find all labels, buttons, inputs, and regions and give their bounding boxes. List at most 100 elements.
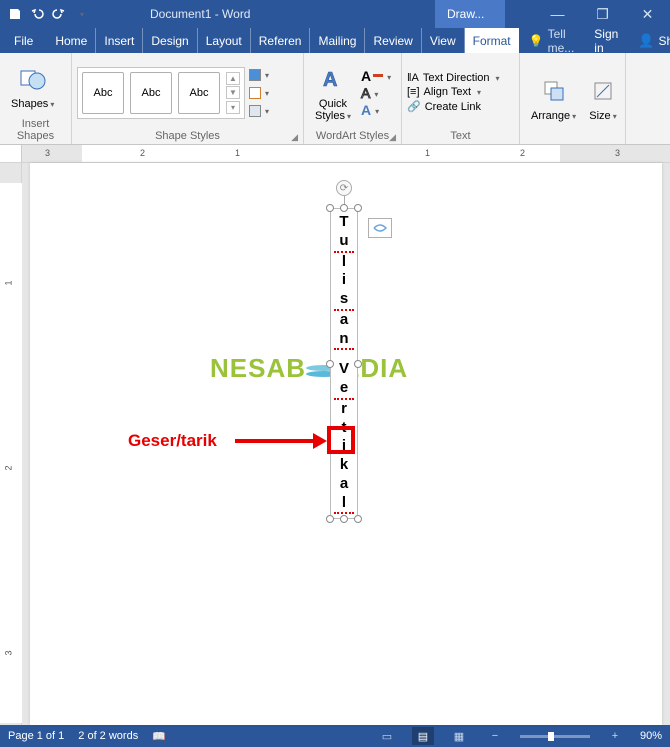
qat-customize-icon[interactable] [72, 5, 90, 23]
outline-swatch-icon [249, 87, 261, 99]
zoom-in-button[interactable]: + [604, 727, 626, 745]
vertical-ruler[interactable]: 1 2 3 [0, 163, 22, 725]
lightbulb-icon: 💡 [529, 34, 544, 48]
dialog-launcher-icon[interactable]: ◢ [389, 132, 396, 143]
textbox-char: V [334, 360, 354, 379]
text-effects-button[interactable]: A [361, 102, 391, 118]
page-indicator[interactable]: Page 1 of 1 [8, 730, 64, 742]
tab-file[interactable]: File [0, 28, 47, 53]
textbox-char: a [334, 475, 354, 494]
style-preset-2[interactable]: Abc [130, 72, 172, 114]
gallery-up-icon[interactable]: ▲ [226, 72, 240, 85]
resize-handle[interactable] [326, 515, 334, 523]
text-outline-button[interactable]: A [361, 85, 391, 101]
undo-icon[interactable] [28, 5, 46, 23]
word-count[interactable]: 2 of 2 words [78, 730, 138, 742]
title-bar: Document1 - Word Draw... — ❐ ✕ [0, 0, 670, 28]
window-controls: — ❐ ✕ [535, 0, 670, 28]
tab-view[interactable]: View [422, 28, 465, 53]
web-layout-icon[interactable]: ▦ [448, 727, 470, 745]
style-preset-1[interactable]: Abc [82, 72, 124, 114]
minimize-button[interactable]: — [535, 0, 580, 28]
resize-handle[interactable] [340, 204, 348, 212]
text-direction-icon: ‖A [407, 72, 419, 84]
textbox-char: e [334, 379, 354, 400]
quick-styles-button[interactable]: A Quick Styles [309, 61, 357, 124]
annotation-arrow-icon [235, 439, 317, 443]
resize-handle[interactable] [354, 360, 362, 368]
restore-button[interactable]: ❐ [580, 0, 625, 28]
tell-me-label: Tell me... [548, 27, 575, 55]
group-label-text: Text [407, 129, 514, 144]
shape-style-buttons [249, 67, 269, 119]
sign-in-link[interactable]: Sign in [584, 28, 628, 53]
tab-review[interactable]: Review [365, 28, 421, 53]
resize-handle[interactable] [340, 515, 348, 523]
textbox-char: T [334, 213, 354, 232]
shape-style-gallery[interactable]: Abc Abc Abc ▲ ▼ ▾ [77, 67, 245, 119]
gallery-scroll: ▲ ▼ ▾ [226, 72, 240, 114]
tell-me[interactable]: 💡 Tell me... [519, 28, 585, 53]
textbox-char: n [334, 330, 354, 351]
horizontal-ruler[interactable]: 3 2 1 1 2 3 [0, 145, 670, 163]
resize-handle[interactable] [326, 360, 334, 368]
create-link-button[interactable]: 🔗Create Link [407, 99, 481, 114]
textbox-char: a [334, 311, 354, 330]
layout-options-icon[interactable] [368, 218, 392, 238]
resize-handle[interactable] [354, 515, 362, 523]
status-bar: Page 1 of 1 2 of 2 words 📖 ▭ ▤ ▦ − + 90% [0, 725, 670, 747]
resize-handle[interactable] [354, 204, 362, 212]
redo-icon[interactable] [50, 5, 68, 23]
textbox-selection[interactable]: ⟳ Tulisan Vertikal [330, 208, 358, 519]
align-text-icon: [≡] [407, 86, 420, 98]
print-layout-icon[interactable]: ▤ [412, 727, 434, 745]
tab-layout[interactable]: Layout [198, 28, 251, 53]
tab-references[interactable]: Referen [251, 28, 311, 53]
shapes-label: Shapes [11, 98, 54, 110]
textbox-char: l [334, 253, 354, 272]
proofing-icon[interactable]: 📖 [152, 730, 166, 743]
zoom-out-button[interactable]: − [484, 727, 506, 745]
shape-fill-button[interactable] [249, 67, 269, 83]
contextual-tab-group: Draw... [435, 0, 505, 28]
read-mode-icon[interactable]: ▭ [376, 727, 398, 745]
document-page[interactable]: NESABEDIA ⟳ Tulisan Vertikal Geser/tarik [30, 163, 662, 725]
tab-insert[interactable]: Insert [96, 28, 143, 53]
annotation-highlight-box [327, 426, 355, 454]
text-direction-button[interactable]: ‖AText Direction [407, 71, 500, 85]
style-preset-3[interactable]: Abc [178, 72, 220, 114]
resize-handle[interactable] [326, 204, 334, 212]
tab-mailings[interactable]: Mailing [310, 28, 365, 53]
textbox-char: s [334, 290, 354, 311]
text-fill-button[interactable]: A [361, 68, 391, 84]
shape-effects-button[interactable] [249, 103, 269, 119]
arrange-button[interactable]: Arrange [525, 73, 582, 124]
rotate-handle-icon[interactable]: ⟳ [336, 180, 352, 196]
zoom-slider[interactable] [520, 735, 590, 738]
zoom-level[interactable]: 90% [640, 730, 662, 742]
link-icon: 🔗 [407, 100, 421, 113]
shape-outline-button[interactable] [249, 85, 269, 101]
size-icon [587, 75, 619, 107]
gallery-down-icon[interactable]: ▼ [226, 86, 240, 99]
gallery-more-icon[interactable]: ▾ [226, 101, 240, 114]
align-text-button[interactable]: [≡]Align Text [407, 85, 481, 99]
textbox-char: u [334, 232, 354, 253]
textbox-char: i [334, 271, 354, 290]
tab-home[interactable]: Home [47, 28, 96, 53]
shapes-button[interactable]: Shapes [5, 61, 60, 112]
tab-format[interactable]: Format [465, 28, 519, 53]
quick-styles-label: Quick Styles [315, 98, 351, 122]
close-button[interactable]: ✕ [625, 0, 670, 28]
tab-design[interactable]: Design [143, 28, 197, 53]
share-button[interactable]: 👤Share [628, 28, 670, 53]
share-label: Share [659, 34, 670, 48]
arrange-label: Arrange [531, 110, 576, 122]
group-label-wordart: WordArt Styles◢ [309, 129, 396, 144]
shapes-icon [17, 63, 49, 95]
textbox-char: l [334, 494, 354, 515]
dialog-launcher-icon[interactable]: ◢ [291, 132, 298, 143]
size-button[interactable]: Size [581, 73, 625, 124]
save-icon[interactable] [6, 5, 24, 23]
fill-swatch-icon [249, 69, 261, 81]
